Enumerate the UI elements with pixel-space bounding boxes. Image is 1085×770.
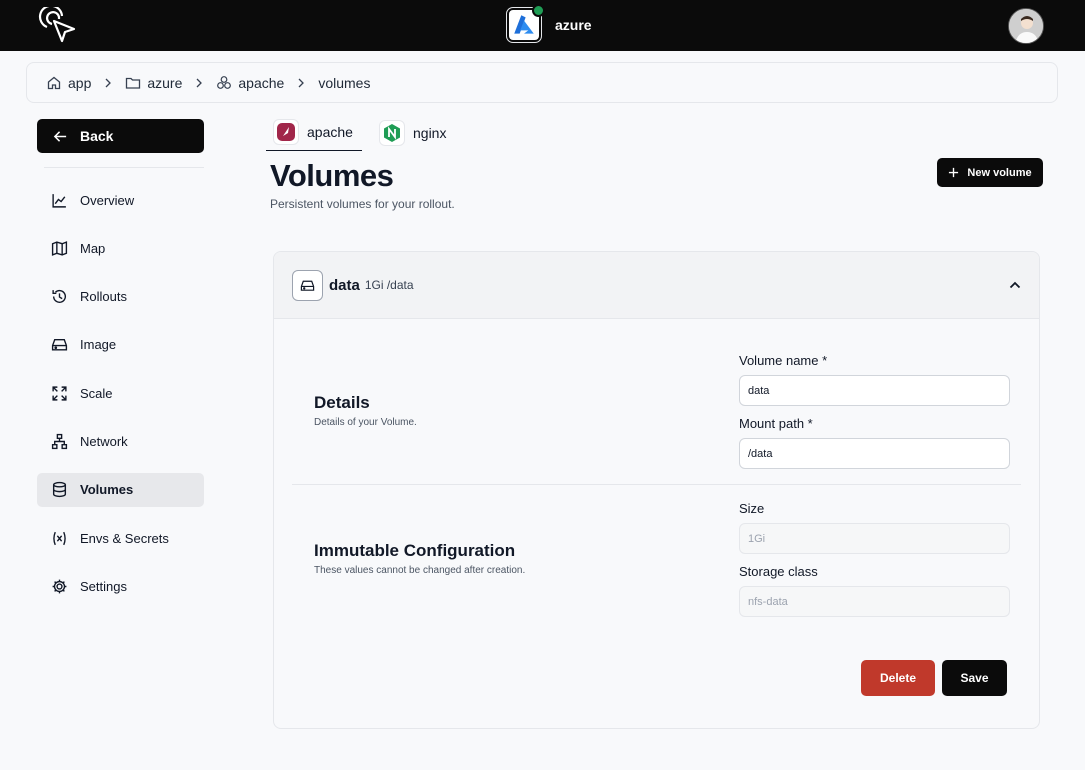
drive-icon (51, 339, 68, 351)
chevron-right-icon (105, 78, 112, 87)
variable-icon (53, 531, 66, 545)
nginx-icon (379, 119, 405, 146)
sidebar-item-network[interactable]: Network (37, 424, 204, 458)
tab-nginx[interactable]: nginx (372, 114, 453, 151)
back-label: Back (80, 128, 114, 144)
sidebar-item-label: Image (80, 337, 117, 353)
service-tabs: apache nginx (266, 114, 453, 151)
page-subtitle: Persistent volumes for your rollout. (270, 197, 455, 211)
map-icon (51, 240, 68, 256)
delete-button[interactable]: Delete (861, 660, 935, 696)
volume-meta: 1Gi /data (364, 278, 414, 292)
mount-path-label: Mount path * (739, 416, 813, 431)
arrow-left-icon (53, 130, 67, 142)
sidebar-item-label: Overview (80, 192, 135, 208)
sidebar-item-label: Map (80, 240, 106, 256)
breadcrumb-item-azure[interactable]: azure (125, 75, 182, 91)
section-divider (292, 484, 1021, 485)
tab-apache[interactable]: apache (266, 114, 362, 151)
avatar[interactable] (1008, 8, 1044, 44)
divider (44, 167, 204, 168)
immutable-config-title: Immutable Configuration (314, 541, 516, 560)
expand-icon (52, 386, 67, 401)
breadcrumb-item-apache[interactable]: apache (216, 75, 284, 91)
new-volume-label: New volume (967, 166, 1032, 179)
sidebar-item-label: Settings (80, 578, 127, 594)
details-title: Details (314, 393, 370, 412)
status-dot (532, 4, 545, 17)
breadcrumb: app azure apache volumes (26, 62, 1058, 103)
chart-line-icon (52, 193, 66, 208)
sidebar-item-image[interactable]: Image (37, 328, 204, 362)
breadcrumb-label: azure (147, 74, 183, 91)
plus-icon (949, 167, 959, 178)
back-button[interactable]: Back (37, 119, 204, 153)
new-volume-button[interactable]: New volume (937, 158, 1043, 187)
volume-card-header[interactable]: data 1Gi /data (274, 252, 1039, 319)
page-title: Volumes (270, 158, 394, 193)
chevron-up-icon[interactable] (1008, 278, 1022, 292)
sidebar-item-envs-secrets[interactable]: Envs & Secrets (37, 521, 204, 555)
sidebar-item-label: Scale (80, 385, 113, 401)
sidebar-item-label: Rollouts (80, 289, 127, 305)
volume-name-label: Volume name * (739, 353, 828, 368)
breadcrumb-label: apache (238, 74, 285, 91)
size-label: Size (739, 501, 765, 516)
storage-class-label: Storage class (739, 564, 818, 579)
sidebar-item-label: Envs & Secrets (80, 530, 169, 546)
breadcrumb-label: volumes (318, 74, 371, 91)
history-icon (52, 290, 67, 304)
volume-name: data (329, 276, 360, 294)
sidebar-item-overview[interactable]: Overview (37, 183, 204, 217)
sidebar-item-rollouts[interactable]: Rollouts (37, 280, 204, 314)
breadcrumb-item-volumes[interactable]: volumes (318, 75, 370, 91)
sidebar-item-label: Network (80, 433, 128, 449)
apache-icon (273, 119, 299, 145)
mount-path-input[interactable] (739, 438, 1010, 469)
sidebar-item-volumes[interactable]: Volumes (37, 472, 204, 507)
tab-label: apache (307, 124, 353, 140)
sidebar-item-settings[interactable]: Settings (37, 569, 204, 603)
cubes-icon (217, 75, 232, 89)
tab-label: nginx (413, 124, 447, 141)
chevron-right-icon (298, 78, 305, 87)
volume-name-input[interactable] (739, 375, 1010, 406)
sidebar-nav: Overview Map Rollouts Image Scale Networ… (37, 183, 204, 618)
chevron-right-icon (196, 78, 203, 87)
volume-card: data 1Gi /data Details Details of your V… (273, 251, 1040, 729)
breadcrumb-item-app[interactable]: app (46, 75, 91, 91)
app-logo-icon[interactable] (38, 4, 78, 45)
gear-icon (52, 579, 67, 594)
breadcrumb-label: app (68, 74, 92, 91)
immutable-config-description: These values cannot be changed after cre… (314, 565, 526, 576)
home-icon (47, 76, 61, 89)
save-button[interactable]: Save (942, 660, 1007, 696)
size-input (739, 523, 1010, 554)
drive-icon (292, 269, 323, 301)
sidebar-item-label: Volumes (80, 482, 134, 498)
details-description: Details of your Volume. (314, 417, 417, 428)
database-icon (52, 482, 67, 498)
network-icon (51, 433, 68, 450)
folder-icon (126, 77, 141, 89)
project-name[interactable]: azure (555, 17, 592, 33)
storage-class-input (739, 586, 1010, 617)
top-bar: azure (0, 0, 1085, 51)
sidebar-item-map[interactable]: Map (37, 231, 204, 265)
sidebar-item-scale[interactable]: Scale (37, 376, 204, 410)
